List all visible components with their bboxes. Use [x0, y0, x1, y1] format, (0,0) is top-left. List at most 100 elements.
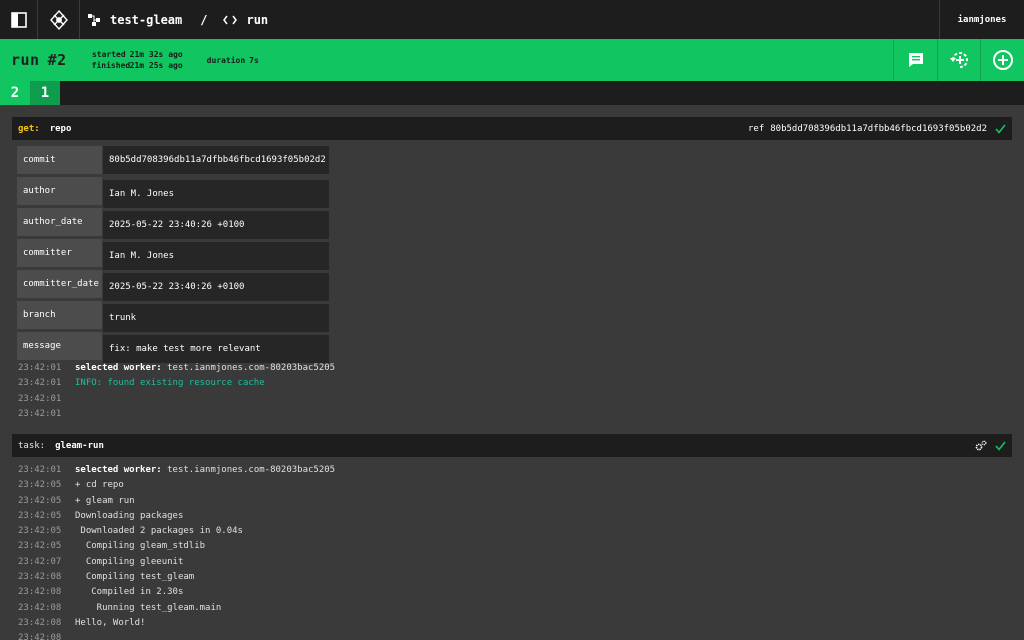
- add-circle-icon: [992, 50, 1013, 70]
- log-bold-text: selected worker:: [75, 363, 162, 373]
- build-number: #2: [47, 51, 67, 69]
- metadata-row: commit 80b5dd708396db11a7dfbb46fbcd1693f…: [17, 146, 329, 177]
- metadata-row: author Ian M. Jones: [17, 177, 329, 208]
- metadata-row: committer_date 2025-05-22 23:40:26 +0100: [17, 270, 329, 301]
- log-line: 23:42:08 Hello, World!: [18, 616, 335, 631]
- metadata-value: Ian M. Jones: [103, 180, 329, 208]
- job-name: run: [246, 12, 269, 27]
- metadata-key: branch: [17, 301, 102, 329]
- metadata-value: trunk: [103, 304, 329, 332]
- log-timestamp: 23:42:01: [18, 378, 62, 389]
- log-text: Downloaded 2 packages in 0.04s: [75, 526, 243, 537]
- metadata-value: 2025-05-22 23:40:26 +0100: [103, 273, 329, 301]
- metadata-row: committer Ian M. Jones: [17, 239, 329, 270]
- get-step-log: 23:42:01 selected worker: test.ianmjones…: [18, 361, 335, 422]
- metadata-key: author: [17, 177, 102, 205]
- log-text: + cd repo: [75, 480, 124, 491]
- get-step-header[interactable]: get: repo ref 80b5dd708396db11a7dfbb46fbc…: [12, 117, 1012, 140]
- metadata-row: message fix: make test more relevant: [17, 332, 329, 363]
- success-check-icon: [995, 124, 1006, 134]
- sidebar-toggle-button[interactable]: [0, 0, 38, 39]
- breadcrumb-separator: /: [200, 12, 208, 27]
- pipeline-name: test-gleam: [110, 12, 183, 27]
- gears-icon[interactable]: [975, 440, 987, 452]
- task-step-log: 23:42:01 selected worker: test.ianmjones…: [18, 463, 335, 640]
- log-line: 23:42:08 Running test_gleam.main: [18, 601, 335, 616]
- breadcrumb: test-gleam / run: [80, 0, 268, 39]
- log-line: 23:42:01 selected worker: test.ianmjones…: [18, 463, 335, 478]
- log-text: Compiling gleam_stdlib: [75, 541, 206, 552]
- log-timestamp: 23:42:01: [18, 363, 62, 373]
- step-name: gleam-run: [55, 440, 104, 451]
- comment-icon: [908, 53, 923, 67]
- success-check-icon: [995, 441, 1006, 451]
- log-line: 23:42:01 INFO: found existing resource c…: [18, 376, 335, 391]
- comment-button[interactable]: [893, 39, 937, 81]
- log-line: 23:42:07 Compiling gleeunit: [18, 555, 335, 570]
- started-label: started: [91, 50, 126, 59]
- duration-label: duration: [206, 55, 246, 65]
- rerun-build-button[interactable]: [937, 39, 981, 81]
- log-text: Downloading packages: [75, 510, 184, 521]
- log-timestamp: 23:42:01: [18, 393, 62, 404]
- log-text: Compiled in 2.30s: [75, 587, 184, 598]
- step-kind-label: get:: [18, 123, 40, 134]
- log-line: 23:42:01 selected worker: test.ianmjones…: [18, 361, 335, 376]
- log-line: 23:42:08: [18, 631, 335, 640]
- metadata-value: 80b5dd708396db11a7dfbb46fbcd1693f05b02d2: [103, 146, 329, 174]
- log-line: 23:42:01: [18, 407, 335, 422]
- tab-build-2[interactable]: 2: [0, 81, 30, 105]
- trigger-build-button[interactable]: [980, 39, 1024, 81]
- build-title: run #2: [0, 51, 67, 69]
- log-timestamp: 23:42:01: [18, 408, 62, 419]
- log-timestamp: 23:42:08: [18, 602, 62, 613]
- log-timestamp: 23:42:01: [18, 465, 62, 475]
- concourse-logo-icon: [49, 9, 68, 30]
- finished-label: finished: [91, 61, 131, 70]
- metadata-key: author_date: [17, 208, 102, 236]
- metadata-table: commit 80b5dd708396db11a7dfbb46fbcd1693f…: [17, 146, 329, 363]
- metadata-key: committer: [17, 239, 102, 267]
- log-text: + gleam run: [75, 495, 135, 506]
- log-text: Compiling gleeunit: [75, 556, 184, 567]
- rerun-icon: [949, 52, 968, 68]
- log-timestamp: 23:42:08: [18, 572, 62, 583]
- log-text: Compiling test_gleam: [75, 572, 195, 583]
- tab-build-1[interactable]: 1: [30, 81, 60, 105]
- step-kind-label: task:: [18, 440, 46, 451]
- step-status: [975, 434, 1006, 457]
- step-status: ref 80b5dd708396db11a7dfbb46fbcd1693f05b0…: [748, 117, 1006, 140]
- log-line: 23:42:05 Downloaded 2 packages in 0.04s: [18, 524, 335, 539]
- metadata-row: author_date 2025-05-22 23:40:26 +0100: [17, 208, 329, 239]
- log-line: 23:42:08 Compiled in 2.30s: [18, 585, 335, 600]
- log-line: 23:42:08 Compiling test_gleam: [18, 570, 335, 585]
- log-timestamp: 23:42:08: [18, 587, 62, 598]
- metadata-key: committer_date: [17, 270, 102, 298]
- log-info-text: INFO: found existing resource cache: [75, 378, 265, 389]
- step-name: repo: [49, 123, 72, 134]
- log-timestamp: 23:42:08: [18, 633, 62, 640]
- log-line: 23:42:05 + gleam run: [18, 494, 335, 509]
- build-job-label: run: [11, 51, 40, 69]
- metadata-value: Ian M. Jones: [103, 242, 329, 270]
- metadata-row: branch trunk: [17, 301, 329, 332]
- log-line: 23:42:05 + cd repo: [18, 478, 335, 493]
- duration-value: 7s: [249, 55, 259, 65]
- log-timestamp: 23:42:05: [18, 480, 62, 491]
- breadcrumb-job[interactable]: run: [223, 13, 268, 27]
- code-brackets-icon: [223, 15, 238, 24]
- log-text: test.ianmjones.com-80203bac5205: [161, 465, 336, 475]
- user-menu[interactable]: ianmjones: [939, 0, 1024, 39]
- log-timestamp: 23:42:05: [18, 541, 62, 552]
- concourse-logo[interactable]: [38, 0, 80, 39]
- metadata-key: commit: [17, 146, 102, 174]
- breadcrumb-pipeline[interactable]: test-gleam: [88, 13, 182, 27]
- build-times: started 21m 32s ago finished21m 25s ago: [92, 49, 183, 71]
- log-text: Hello, World!: [75, 617, 146, 628]
- task-step-header[interactable]: task: gleam-run: [12, 434, 1012, 457]
- log-text: test.ianmjones.com-80203bac5205: [161, 363, 336, 373]
- started-value: 21m 32s ago: [129, 50, 183, 59]
- version-ref: ref 80b5dd708396db11a7dfbb46fbcd1693f05b0…: [748, 124, 987, 134]
- finished-value: 21m 25s ago: [129, 61, 183, 70]
- log-timestamp: 23:42:05: [18, 495, 62, 506]
